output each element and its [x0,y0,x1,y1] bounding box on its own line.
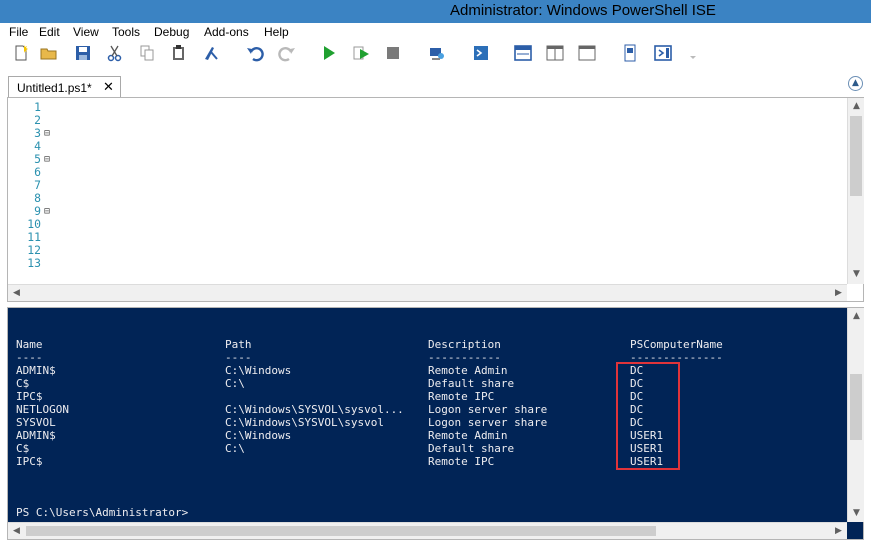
pscomputername-highlight-box [616,362,680,470]
cell-name: NETLOGON [16,403,69,416]
cell-description: Remote Admin [428,364,508,377]
cell-path: C:\Windows [225,429,292,442]
fold-toggle-icon[interactable]: ⊟ [44,153,50,166]
toolbar [0,41,871,67]
cell-path: C:\Windows\SYSVOL\sysvol... [225,403,404,416]
title-bar: Administrator: Windows PowerShell ISE [0,0,871,23]
scroll-up-icon[interactable]: ▲ [848,98,865,115]
scroll-down-icon[interactable]: ▼ [848,505,865,522]
run-script-icon[interactable] [320,44,338,62]
open-file-icon[interactable] [40,44,58,62]
scroll-thumb[interactable] [850,116,862,196]
scroll-left-icon[interactable]: ◀ [8,285,25,302]
cell-name: ADMIN$ [16,364,56,377]
editor-vertical-scrollbar[interactable]: ▲ ▼ [847,98,864,284]
show-script-pane-top-icon[interactable] [514,44,532,62]
col-header-name: Name [16,338,43,351]
menu-file[interactable]: File [9,25,28,39]
line-number: 13 [27,256,41,270]
clear-console-icon[interactable] [202,44,220,62]
menu-edit[interactable]: Edit [39,25,60,39]
scroll-down-icon[interactable]: ▼ [848,266,865,283]
cell-path: C:\Windows [225,364,292,377]
scroll-right-icon[interactable]: ▶ [830,285,847,302]
show-script-pane-right-icon[interactable] [546,44,564,62]
cell-description: Remote IPC [428,390,495,403]
cell-description: Default share [428,377,515,390]
cell-name: ADMIN$ [16,429,56,442]
new-remote-tab-icon[interactable] [428,44,446,62]
redo-icon[interactable] [278,44,296,62]
cell-name: C$ [16,377,30,390]
tab-label: Untitled1.ps1* [17,81,92,95]
col-header-path: Path [225,338,252,351]
menu-debug[interactable]: Debug [154,25,189,39]
cell-description: Remote IPC [428,455,495,468]
scroll-up-icon[interactable]: ▲ [848,308,865,325]
scroll-thumb[interactable] [850,374,862,440]
cell-name: C$ [16,442,30,455]
col-header-description: Description [428,338,501,351]
run-selection-icon[interactable] [352,44,370,62]
cell-description: Remote Admin [428,429,508,442]
show-command-addon-icon[interactable] [654,44,672,62]
new-file-icon[interactable] [12,44,30,62]
tab-untitled1[interactable]: Untitled1.ps1* ✕ [8,76,121,98]
cell-path: C:\ [225,442,245,455]
menu-bar: File Edit View Tools Debug Add-ons Help [0,23,871,41]
col-underline: ---- [16,351,43,364]
menu-help[interactable]: Help [264,25,289,39]
cell-description: Default share [428,442,515,455]
undo-icon[interactable] [246,44,264,62]
window-title: Administrator: Windows PowerShell ISE [450,2,716,19]
cell-path: C:\Windows\SYSVOL\sysvol [225,416,384,429]
editor-horizontal-scrollbar[interactable]: ◀ ▶ [8,284,847,301]
cell-description: Logon server share [428,403,548,416]
fold-toggle-icon[interactable]: ⊟ [44,127,50,140]
menu-view[interactable]: View [73,25,99,39]
save-icon[interactable] [74,44,92,62]
console-output: Name Path Description PSComputerName ---… [16,338,723,494]
scroll-thumb[interactable] [26,526,656,536]
cell-name: IPC$ [16,455,43,468]
col-header-pscomputername: PSComputerName [630,338,723,351]
console-pane[interactable]: Name Path Description PSComputerName ---… [7,307,864,540]
col-underline: ----------- [428,351,501,364]
stop-icon[interactable] [384,44,402,62]
scroll-left-icon[interactable]: ◀ [8,523,25,540]
tab-close-icon[interactable]: ✕ [103,79,114,95]
menu-tools[interactable]: Tools [112,25,140,39]
cell-description: Logon server share [428,416,548,429]
console-prompt[interactable]: PS C:\Users\Administrator> [16,506,188,519]
menu-add-ons[interactable]: Add-ons [204,25,249,39]
tab-strip: Untitled1.ps1* ✕ [0,70,871,98]
cell-path: C:\ [225,377,245,390]
console-horizontal-scrollbar[interactable]: ◀ ▶ [8,522,847,539]
console-vertical-scrollbar[interactable]: ▲ ▼ [847,308,864,522]
col-underline: ---- [225,351,252,364]
cell-name: IPC$ [16,390,43,403]
copy-icon[interactable] [138,44,156,62]
script-editor[interactable]: 1 2 3 4 5 6 7 8 9 10 11 12 13 ⊟ ⊟ ⊟ $com… [7,97,864,517]
cell-name: SYSVOL [16,416,56,429]
paste-icon[interactable] [170,44,188,62]
start-powershell-icon[interactable] [472,44,490,62]
show-script-pane-max-icon[interactable] [578,44,596,62]
show-command-window-icon[interactable] [622,44,640,62]
toolbar-overflow-icon[interactable] [684,44,696,62]
cut-icon[interactable] [106,44,124,62]
scroll-right-icon[interactable]: ▶ [830,523,847,540]
fold-toggle-icon[interactable]: ⊟ [44,205,50,218]
collapse-script-pane-icon[interactable]: ▲ [848,76,863,91]
